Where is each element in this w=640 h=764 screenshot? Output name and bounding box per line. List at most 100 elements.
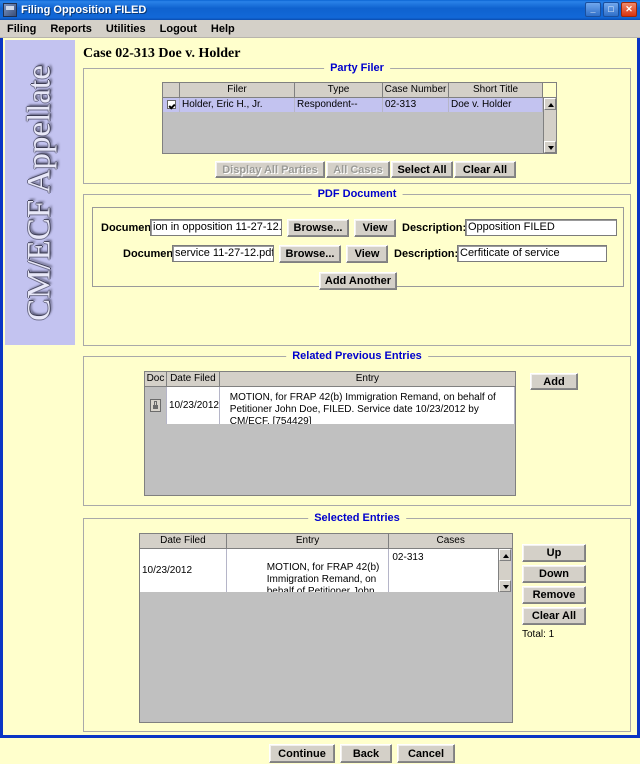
cell-date-filed: 10/23/2012 [167, 387, 220, 424]
column-date-filed[interactable]: Date Filed [167, 372, 220, 386]
back-button[interactable]: Back [340, 744, 392, 763]
sidebar-brand-panel: CM/ECF Appellate [5, 40, 75, 345]
column-entry[interactable]: Entry [227, 534, 390, 548]
maximize-icon: □ [608, 4, 614, 14]
description-label-1: Description: [402, 222, 467, 234]
browse-button-1[interactable]: Browse... [287, 219, 349, 237]
cancel-button[interactable]: Cancel [397, 744, 455, 763]
cell-entry: MOTION, for FRAP 42(b) Immigration Reman… [227, 549, 390, 592]
party-filer-panel: Party Filer Filer Type Case Number Short… [83, 62, 631, 184]
party-filer-table[interactable]: Filer Type Case Number Short Title Holde… [162, 82, 557, 154]
down-button[interactable]: Down [522, 565, 586, 583]
clear-all-button[interactable]: Clear All [454, 161, 516, 178]
selected-entries-table-header: Date Filed Entry Cases [140, 534, 512, 549]
pdf-document-title: PDF Document [311, 188, 403, 200]
column-filer[interactable]: Filer [180, 83, 295, 97]
menu-bar: Filing Reports Utilities Logout Help [0, 20, 640, 38]
title-bar: Filing Opposition FILED _ □ ✕ [0, 0, 640, 20]
application-window: Filing Opposition FILED _ □ ✕ Filing Rep… [0, 0, 640, 763]
view-button-2[interactable]: View [346, 245, 388, 263]
scroll-down-icon[interactable] [544, 141, 556, 153]
column-corner [543, 83, 556, 97]
application-icon [3, 3, 17, 17]
close-icon: ✕ [625, 4, 633, 14]
scroll-down-icon[interactable] [499, 580, 511, 592]
cases-scrollbar[interactable] [498, 549, 511, 592]
select-all-button[interactable]: Select All [391, 161, 453, 178]
selected-entries-title: Selected Entries [308, 512, 406, 524]
menu-item-reports[interactable]: Reports [43, 22, 99, 36]
remove-button[interactable]: Remove [522, 586, 586, 604]
brand-label: CM/ECF Appellate [21, 64, 58, 321]
row-checkbox[interactable] [166, 99, 176, 109]
scroll-up-icon[interactable] [544, 98, 556, 110]
related-entries-table-header: Doc Date Filed Entry [145, 372, 515, 387]
table-row[interactable]: 10/23/2012 MOTION, for FRAP 42(b) Immigr… [140, 549, 512, 592]
up-button[interactable]: Up [522, 544, 586, 562]
clear-all-button[interactable]: Clear All [522, 607, 586, 625]
table-row[interactable]: Holder, Eric H., Jr. Respondent-- 02-313… [163, 98, 556, 112]
table-row[interactable]: 10/23/2012 MOTION, for FRAP 42(b) Immigr… [145, 387, 515, 424]
cell-case-number: 02-313 [383, 98, 449, 112]
window-title: Filing Opposition FILED [21, 4, 147, 16]
minimize-button[interactable]: _ [585, 2, 601, 17]
document-input-2[interactable]: service 11-27-12.pdf [172, 245, 274, 262]
description-input-2[interactable]: Cerfiticate of service [457, 245, 607, 262]
pdf-document-inner: Document: ion in opposition 11-27-12.pdf… [92, 207, 624, 290]
cell-doc-icon[interactable] [145, 387, 167, 424]
menu-item-utilities[interactable]: Utilities [99, 22, 153, 36]
browse-button-2[interactable]: Browse... [279, 245, 341, 263]
menu-item-logout[interactable]: Logout [153, 22, 204, 36]
maximize-button[interactable]: □ [603, 2, 619, 17]
all-cases-button[interactable]: All Cases [326, 161, 390, 178]
column-doc[interactable]: Doc [145, 372, 167, 386]
cell-filer: Holder, Eric H., Jr. [180, 98, 295, 112]
column-cases[interactable]: Cases [389, 534, 512, 548]
menu-item-help[interactable]: Help [204, 22, 242, 36]
content-area: Case 02-313 Doe v. Holder Party Filer Fi… [77, 38, 637, 763]
cell-cases[interactable]: 02-313 [389, 549, 512, 592]
document-input-1[interactable]: ion in opposition 11-27-12.pdf [150, 219, 282, 236]
cell-date-filed: 10/23/2012 [140, 549, 227, 592]
close-button[interactable]: ✕ [621, 2, 637, 17]
total-label: Total: 1 [522, 629, 555, 640]
window-body: CM/ECF Appellate Case 02-313 Doe v. Hold… [0, 38, 640, 763]
column-short-title[interactable]: Short Title [449, 83, 543, 97]
related-previous-entries-table[interactable]: Doc Date Filed Entry 10/23/2012 MOTION, … [144, 371, 516, 496]
minimize-icon: _ [590, 4, 596, 14]
cell-entry: MOTION, for FRAP 42(b) Immigration Reman… [220, 387, 515, 424]
footer-button-bar: Continue Back Cancel [77, 740, 637, 764]
description-label-2: Description: [394, 248, 459, 260]
cases-value: 02-313 [392, 552, 424, 563]
menu-item-filing[interactable]: Filing [0, 22, 43, 36]
party-filer-table-header: Filer Type Case Number Short Title [163, 83, 556, 98]
related-previous-entries-panel: Related Previous Entries Doc Date Filed … [83, 350, 631, 506]
add-button[interactable]: Add [530, 373, 578, 390]
continue-button[interactable]: Continue [269, 744, 335, 763]
selected-entries-panel: Selected Entries Date Filed Entry Cases … [83, 512, 631, 732]
related-previous-entries-title: Related Previous Entries [286, 350, 428, 362]
cell-short-title: Doe v. Holder [449, 98, 543, 112]
scroll-up-icon[interactable] [499, 549, 511, 561]
view-button-1[interactable]: View [354, 219, 396, 237]
pdf-document-panel: PDF Document Document: ion in opposition… [83, 188, 631, 346]
sidebar: CM/ECF Appellate [3, 38, 77, 732]
cell-checkbox[interactable] [163, 98, 180, 112]
add-another-button[interactable]: Add Another [319, 272, 397, 290]
selected-entries-table[interactable]: Date Filed Entry Cases 10/23/2012 MOTION… [139, 533, 513, 723]
related-entries-empty-area [145, 424, 515, 495]
column-date-filed[interactable]: Date Filed [140, 534, 227, 548]
cell-type: Respondent-- [295, 98, 383, 112]
party-filer-empty-area [163, 112, 556, 153]
column-type[interactable]: Type [295, 83, 383, 97]
document-icon[interactable] [149, 399, 161, 412]
column-checkbox [163, 83, 180, 97]
page-title: Case 02-313 Doe v. Holder [83, 46, 241, 61]
column-entry[interactable]: Entry [220, 372, 515, 386]
display-all-parties-button[interactable]: Display All Parties [215, 161, 325, 178]
party-filer-title: Party Filer [324, 62, 390, 74]
window-controls: _ □ ✕ [585, 2, 637, 17]
column-case-number[interactable]: Case Number [383, 83, 449, 97]
party-filer-scrollbar[interactable] [543, 98, 556, 153]
description-input-1[interactable]: Opposition FILED [465, 219, 617, 236]
